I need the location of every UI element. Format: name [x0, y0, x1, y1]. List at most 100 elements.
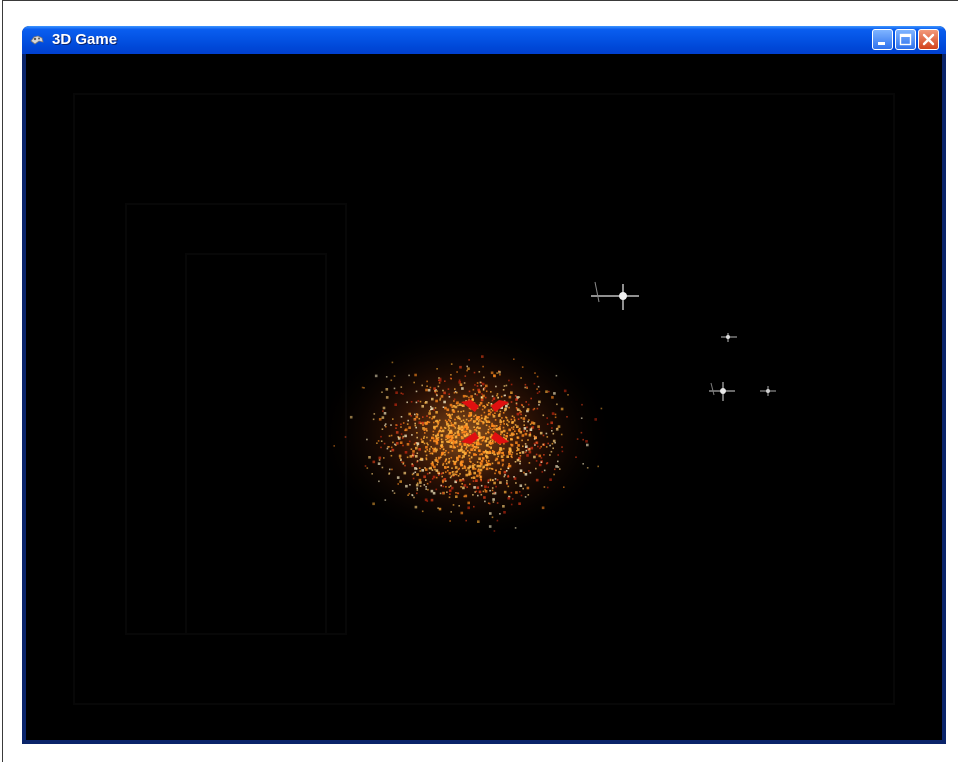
explosion-particle	[384, 423, 387, 425]
maximize-button[interactable]	[895, 29, 916, 50]
explosion-particle	[508, 447, 512, 450]
explosion-particle	[438, 472, 440, 475]
explosion-particle	[427, 443, 429, 446]
explosion-particle	[441, 475, 443, 478]
explosion-particle	[435, 459, 439, 462]
explosion-particle	[476, 474, 479, 478]
explosion-particle	[543, 486, 546, 488]
explosion-particle	[456, 445, 459, 448]
explosion-particle	[503, 470, 507, 474]
explosion-particle	[493, 530, 496, 532]
explosion-particle	[494, 472, 496, 475]
explosion-particle	[552, 447, 554, 450]
explosion-particle	[489, 467, 491, 470]
explosion-particle	[502, 463, 504, 466]
explosion-particle	[409, 455, 413, 458]
explosion-particle	[476, 427, 478, 429]
explosion-particle	[476, 385, 479, 387]
explosion-particle	[380, 440, 383, 442]
explosion-particle	[457, 433, 460, 436]
explosion-particle	[481, 355, 484, 358]
explosion-particle	[516, 433, 518, 435]
explosion-particle	[482, 422, 484, 425]
explosion-particle	[495, 485, 497, 488]
explosion-particle	[465, 446, 468, 448]
explosion-particle	[439, 507, 441, 510]
game-viewport[interactable]	[26, 54, 942, 740]
explosion-particle	[467, 501, 470, 505]
explosion-particle	[440, 434, 444, 437]
explosion-particle	[408, 492, 411, 495]
explosion-particle	[472, 480, 475, 482]
explosion-particle	[560, 407, 564, 411]
explosion-particle	[535, 467, 537, 470]
explosion-particle	[511, 421, 515, 424]
explosion-particle	[393, 492, 396, 494]
explosion-particle	[495, 427, 498, 431]
explosion-particle	[414, 505, 418, 509]
explosion-particle	[481, 382, 485, 386]
explosion-particle	[423, 435, 426, 438]
explosion-particle	[479, 475, 482, 478]
explosion-particle	[396, 476, 400, 479]
explosion-particle	[496, 502, 499, 504]
explosion-particle	[471, 444, 475, 447]
explosion-particle	[448, 461, 450, 463]
explosion-particle	[519, 469, 523, 472]
explosion-particle	[472, 494, 474, 496]
explosion-particle	[499, 481, 502, 484]
explosion-particle	[490, 371, 494, 375]
explosion-particle	[442, 485, 445, 488]
explosion-particle	[415, 483, 419, 487]
explosion-particle	[440, 395, 444, 398]
explosion-particle	[524, 451, 527, 454]
explosion-particle	[514, 461, 517, 463]
explosion-particle	[510, 418, 513, 421]
close-button[interactable]	[918, 29, 939, 50]
explosion-particle	[391, 490, 394, 492]
explosion-particle	[461, 460, 464, 463]
explosion-particle	[450, 475, 453, 477]
explosion-particle	[461, 467, 464, 470]
minimize-button[interactable]	[872, 29, 893, 50]
explosion-particle	[439, 447, 442, 450]
explosion-particle	[399, 436, 401, 439]
explosion-particle	[483, 496, 486, 499]
explosion-particle	[494, 412, 496, 414]
explosion-particle	[468, 359, 470, 361]
explosion-particle	[511, 498, 514, 500]
explosion-particle	[519, 430, 523, 434]
explosion-particle	[414, 424, 417, 427]
explosion-particle	[400, 458, 402, 461]
explosion-particle	[502, 426, 505, 429]
explosion-particle	[418, 478, 422, 482]
explosion-particle	[524, 386, 526, 389]
maximize-icon	[899, 33, 912, 46]
explosion-particle	[502, 412, 505, 414]
explosion-particle	[510, 383, 513, 386]
title-bar[interactable]: 3D Game	[22, 26, 946, 54]
explosion-particle	[488, 425, 491, 428]
explosion-particle	[545, 390, 548, 393]
explosion-particle	[503, 442, 505, 445]
explosion-particle	[468, 412, 471, 414]
explosion-particle	[521, 366, 524, 368]
explosion-particle	[396, 442, 399, 445]
explosion-particle	[492, 415, 496, 418]
explosion-particle	[516, 436, 519, 439]
explosion-particle	[525, 445, 528, 448]
explosion-particle	[480, 484, 483, 487]
explosion-particle	[476, 394, 478, 396]
explosion-particle	[481, 408, 484, 411]
explosion-particle	[432, 449, 436, 453]
explosion-particle	[449, 435, 452, 438]
explosion-particle	[415, 401, 418, 404]
explosion-particle	[460, 486, 462, 488]
explosion-particle	[458, 443, 461, 446]
explosion-particle	[496, 479, 499, 481]
explosion-particle	[392, 418, 394, 420]
explosion-particle	[372, 460, 376, 464]
explosion-particle	[470, 448, 473, 451]
explosion-particle	[435, 469, 439, 472]
explosion-particle	[465, 430, 468, 433]
